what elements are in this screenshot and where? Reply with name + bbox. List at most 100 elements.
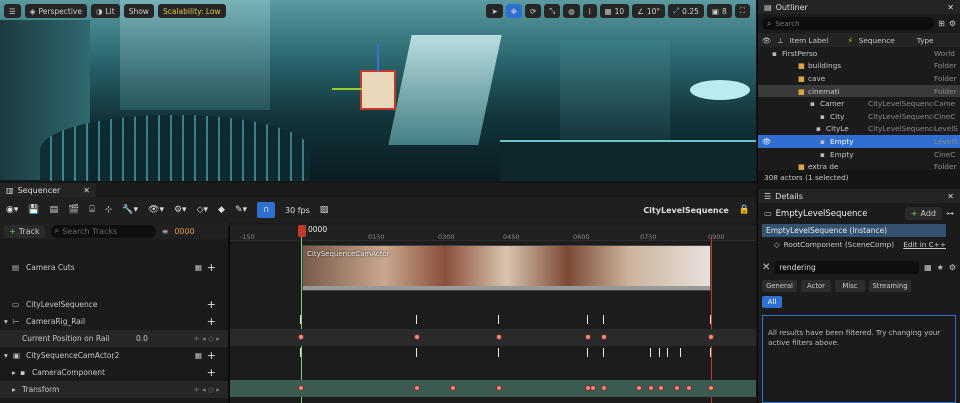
filter-tab-actor[interactable]: Actor: [801, 280, 831, 292]
key-tick[interactable]: [667, 348, 668, 357]
key-tick[interactable]: [300, 348, 301, 357]
root-component[interactable]: RootComponent (SceneComp): [784, 240, 894, 249]
hierarchy-icon[interactable]: ⊹: [105, 205, 113, 215]
save-icon[interactable]: 💾: [28, 205, 39, 215]
keyframe[interactable]: [450, 385, 456, 391]
add-component-button[interactable]: + Add: [904, 207, 942, 220]
key-icon[interactable]: ◇▾: [197, 205, 208, 215]
add-icon[interactable]: +: [207, 349, 216, 362]
edit-icon[interactable]: ✎▾: [235, 205, 247, 215]
key-tick[interactable]: [603, 315, 604, 324]
keyframe[interactable]: [648, 385, 654, 391]
viewport-menu-button[interactable]: ☰: [4, 4, 21, 18]
rotate-mode-button[interactable]: ⟳: [524, 4, 542, 18]
track-value[interactable]: 0.0: [136, 334, 148, 343]
keyframe[interactable]: [674, 385, 680, 391]
track-search[interactable]: ⌕ Search Tracks: [50, 224, 156, 238]
keyframe[interactable]: [708, 334, 714, 340]
add-folder-icon[interactable]: ⊞: [938, 19, 945, 28]
chevron-right-icon[interactable]: ▸: [12, 385, 16, 394]
track-city-level-sequence[interactable]: ▭ CityLevelSequence +: [0, 296, 228, 313]
rotation-snap-button[interactable]: ∠ 10°: [632, 4, 666, 18]
tools-icon[interactable]: 🔧▾: [122, 205, 138, 215]
close-icon[interactable]: ✕: [947, 3, 954, 12]
keyframe[interactable]: [414, 334, 420, 340]
key-tick[interactable]: [498, 315, 499, 324]
track-camera-cuts[interactable]: ▤ Camera Cuts ▦ +: [0, 259, 228, 276]
fps-selector[interactable]: 30 fps: [285, 206, 310, 215]
key-tick[interactable]: [650, 348, 651, 357]
gizmo-axis-z[interactable]: [377, 44, 379, 72]
outliner-tab[interactable]: ▤ Outliner ✕: [758, 0, 960, 14]
add-icon[interactable]: +: [207, 366, 216, 379]
table-view-icon[interactable]: ▦: [924, 263, 932, 272]
view-icon[interactable]: ▦: [195, 263, 202, 272]
clear-search-icon[interactable]: ✕: [762, 262, 770, 273]
filter-tab-misc[interactable]: Misc: [835, 280, 865, 292]
pin-icon[interactable]: ⊥: [777, 36, 783, 45]
scale-mode-button[interactable]: ⤡: [544, 4, 561, 18]
select-mode-button[interactable]: ➤: [486, 4, 503, 18]
perspective-button[interactable]: ◈ Perspective: [24, 4, 87, 18]
key-tick[interactable]: [587, 315, 588, 324]
save-as-icon[interactable]: ▤: [50, 205, 59, 215]
grid-snap-button[interactable]: ▦ 10: [599, 4, 630, 18]
keyframe[interactable]: [585, 334, 591, 340]
sequence-actor-gizmo[interactable]: [360, 70, 396, 110]
keyframe[interactable]: [414, 385, 420, 391]
scale-snap-button[interactable]: ⤢ 0.25: [668, 4, 704, 18]
key-tick[interactable]: [587, 348, 588, 357]
keyframe[interactable]: [708, 385, 714, 391]
outliner-row[interactable]: ▪ Empty CineC: [758, 148, 960, 161]
playback-options-icon[interactable]: ⚙▾: [174, 205, 187, 215]
outliner-row[interactable]: ■ cinemati Folder: [758, 84, 960, 98]
level-viewport[interactable]: ☰ ◈ Perspective ◑ Lit Show Scalability: Lo…: [0, 0, 756, 181]
filter-tab-streaming[interactable]: Streaming: [869, 280, 911, 292]
surface-snap-button[interactable]: ⌇: [582, 4, 597, 18]
position-key-row[interactable]: [230, 329, 756, 346]
close-icon[interactable]: ✕: [83, 186, 90, 195]
details-tab[interactable]: ☰ Details ✕: [758, 189, 960, 203]
outliner-row[interactable]: ▪ CityLe CityLevelSequence LevelS: [758, 123, 960, 136]
current-frame[interactable]: 0000: [174, 227, 194, 236]
lock-icon[interactable]: 🔒: [739, 205, 750, 215]
col-type[interactable]: Type: [917, 36, 934, 45]
keyframe[interactable]: [658, 385, 664, 391]
add-track-button[interactable]: + Track: [4, 224, 45, 238]
keyframe[interactable]: [590, 385, 596, 391]
translate-mode-button[interactable]: ✥: [505, 4, 522, 18]
key-tick[interactable]: [300, 315, 301, 324]
keyframe[interactable]: [496, 385, 502, 391]
outliner-row[interactable]: ■ buildings Folder: [758, 60, 960, 73]
sequencer-tab[interactable]: ▥ Sequencer ✕: [0, 183, 96, 197]
visibility-icon[interactable]: 👁: [762, 137, 772, 146]
track-transform[interactable]: ▸ Transform + ◂ ◇ ▸: [0, 381, 228, 398]
curve-editor-icon[interactable]: ▨: [320, 205, 329, 215]
keyframe[interactable]: [496, 334, 502, 340]
view-options-icon[interactable]: 👁▾: [148, 205, 164, 215]
camera-speed-button[interactable]: ▣ 8: [706, 4, 732, 18]
close-icon[interactable]: ✕: [947, 192, 954, 201]
view-mode-button[interactable]: ◑ Lit: [90, 4, 120, 18]
edit-cpp-link[interactable]: Edit in C++: [903, 240, 946, 249]
key-tick[interactable]: [498, 348, 499, 357]
settings-icon[interactable]: ⚙: [949, 19, 956, 28]
scalability-warning[interactable]: Scalability: Low: [157, 4, 226, 18]
track-camera-rig-rail[interactable]: ▾ ⊢ CameraRig_Rail +: [0, 313, 228, 330]
key-tick[interactable]: [416, 315, 417, 324]
key-tick[interactable]: [659, 348, 660, 357]
filter-tab-all[interactable]: All: [762, 296, 782, 308]
chevron-down-icon[interactable]: ▾: [4, 351, 8, 360]
add-icon[interactable]: +: [207, 315, 216, 328]
chevron-right-icon[interactable]: ▸: [12, 368, 16, 377]
auto-key-icon[interactable]: ◆: [218, 205, 225, 215]
world-local-button[interactable]: ◍: [563, 4, 580, 18]
maximize-viewport-button[interactable]: ⛶: [734, 4, 750, 18]
star-icon[interactable]: ★: [937, 263, 944, 272]
outliner-row[interactable]: ■ cave Folder: [758, 72, 960, 85]
camera-cut-section[interactable]: CitySequenceCamActor: [302, 245, 711, 291]
world-icon[interactable]: ◉▾: [6, 205, 18, 215]
col-item-label[interactable]: Item Label: [790, 36, 842, 45]
outliner-row[interactable]: ▪ Camer CityLevelSequence Came: [758, 97, 960, 110]
keyframe[interactable]: [636, 385, 642, 391]
